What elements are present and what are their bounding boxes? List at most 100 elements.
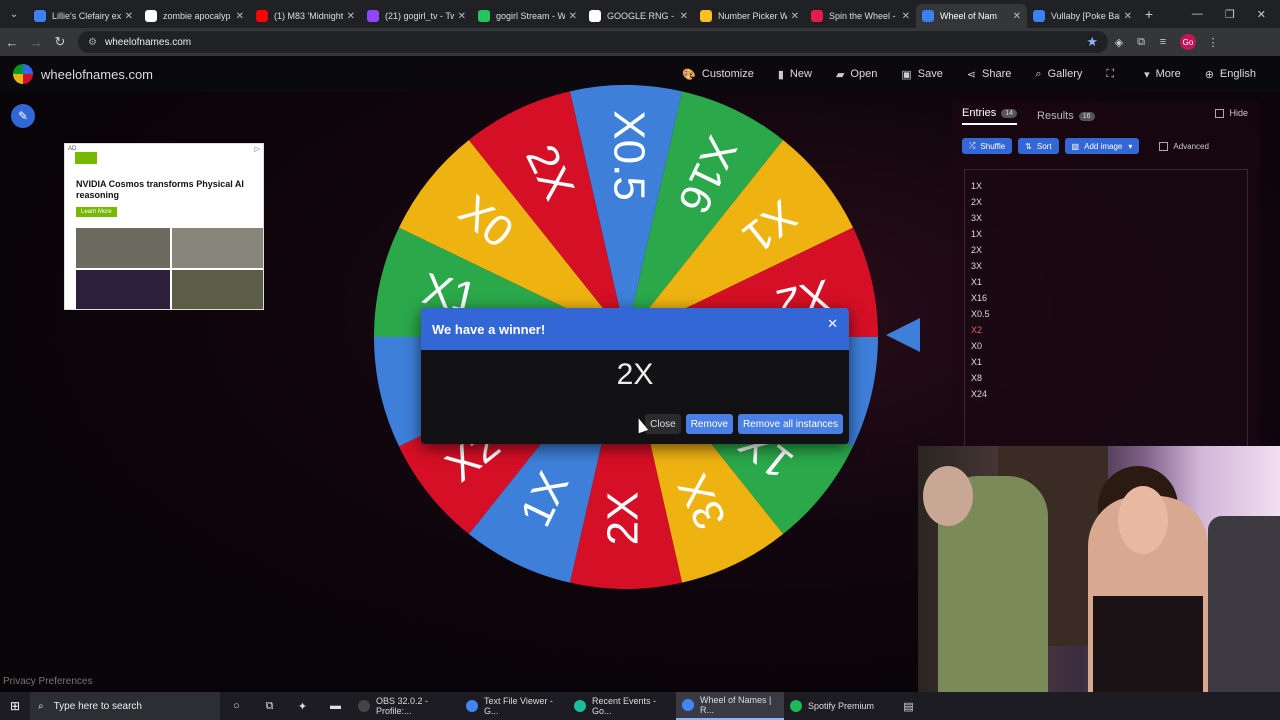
tab-close-icon[interactable]: ✕	[680, 11, 688, 22]
site-info-icon[interactable]: ⚙	[88, 37, 97, 48]
tab-entries[interactable]: Entries 14	[962, 107, 1018, 125]
menu-item-gallery[interactable]: ⌕ Gallery	[1023, 68, 1094, 81]
hide-checkbox[interactable]	[1215, 108, 1225, 118]
search-icon: ⌕	[1035, 67, 1042, 80]
tab-close-icon[interactable]: ✕	[791, 11, 799, 22]
entry-line: 1X	[971, 181, 983, 191]
browser-tab[interactable]: Spin the Wheel - ✕	[805, 4, 916, 28]
forward-icon[interactable]: →	[24, 35, 48, 50]
browser-tab[interactable]: zombie apocalyp ✕	[139, 4, 250, 28]
tab-close-icon[interactable]: ✕	[1124, 11, 1132, 22]
profile-avatar[interactable]: Go	[1180, 34, 1196, 50]
tab-favicon-icon	[700, 10, 712, 22]
image-icon: ▨	[1071, 141, 1080, 151]
menu-item-fullscreen[interactable]: ⛶	[1094, 68, 1132, 81]
site-brand[interactable]: wheelofnames.com	[41, 67, 153, 82]
add-image-button[interactable]: ▨ Add image ▾	[1064, 138, 1140, 154]
taskbar-app[interactable]: Wheel of Names | R...	[676, 692, 784, 720]
tab-close-icon[interactable]: ✕	[569, 11, 577, 22]
browser-tab[interactable]: Wheel of Nam ✕	[916, 4, 1027, 28]
tab-search-icon[interactable]: ⌄	[0, 0, 28, 28]
browser-tab[interactable]: (21) gogirl_tv - Tw ✕	[361, 4, 472, 28]
taskbar-apps: OBS 32.0.2 - Profile:... Text File Viewer…	[352, 692, 892, 720]
entry-line: X1	[971, 277, 983, 287]
tab-close-icon[interactable]: ✕	[125, 11, 133, 22]
cortana-icon[interactable]: ○	[220, 700, 253, 712]
tab-label: Wheel of Nam	[940, 11, 998, 21]
browser-tab[interactable]: Number Picker W ✕	[694, 4, 805, 28]
tab-close-icon[interactable]: ✕	[458, 11, 466, 22]
edit-pencil-icon[interactable]: ✎	[11, 104, 35, 128]
bookmark-star-icon[interactable]: ★	[1086, 34, 1098, 50]
tab-close-icon[interactable]: ✕	[902, 11, 910, 22]
tab-close-icon[interactable]: ✕	[236, 11, 244, 22]
hide-toggle[interactable]: Hide	[1215, 108, 1248, 118]
extensions-puzzle-icon[interactable]: ⧉	[1130, 36, 1152, 49]
tab-label: zombie apocalyp	[163, 11, 231, 21]
sort-button[interactable]: ⇅ Sort	[1018, 138, 1059, 154]
search-icon: ⌕	[38, 700, 44, 712]
menu-item-share[interactable]: ⋖ Share	[955, 68, 1024, 81]
extension-icon[interactable]: ◈	[1108, 36, 1130, 49]
close-button[interactable]: Close	[645, 414, 681, 434]
back-icon[interactable]: ←	[0, 35, 24, 50]
tab-close-icon[interactable]: ✕	[347, 11, 355, 22]
entry-line: X8	[971, 373, 983, 383]
restore-icon[interactable]: ❐	[1225, 8, 1235, 21]
remove-button[interactable]: Remove	[685, 414, 733, 434]
copilot-icon[interactable]: ✦	[286, 700, 319, 713]
shuffle-button[interactable]: ⤮ Shuffle	[962, 138, 1013, 154]
browser-tab-bar: ⌄ Lillie's Clefairy ex ✕ zombie apocalyp ✕(…	[0, 0, 1280, 28]
menu-item-save[interactable]: ▣ Save	[889, 68, 954, 81]
task-view-icon[interactable]: ⧉	[253, 700, 286, 713]
close-window-icon[interactable]: ✕	[1257, 8, 1266, 21]
browser-menu-icon[interactable]: ⋮	[1202, 36, 1224, 49]
taskbar-app[interactable]: Spotify Premium	[784, 692, 892, 720]
tab-results[interactable]: Results 16	[1037, 107, 1095, 125]
address-bar-row: ← → ↻ ⚙ wheelofnames.com ★ ◈ ⧉ ≡ Go ⋮	[0, 28, 1280, 56]
windows-start-icon[interactable]: ⊞	[0, 699, 30, 713]
wheel-pointer	[886, 318, 920, 352]
dialog-close-icon[interactable]: ✕	[827, 316, 838, 332]
wheel-logo-icon[interactable]	[13, 64, 33, 84]
taskbar-app[interactable]: Text File Viewer - G...	[460, 692, 568, 720]
sort-icon: ⇅	[1025, 141, 1032, 151]
file-explorer-icon[interactable]: ▬	[319, 700, 352, 712]
new-tab-button[interactable]: +	[1138, 6, 1160, 22]
entries-textarea[interactable]: 1X 2X 3X 1X 2X 3X X1 X16 X0.5 X2 X0 X1 X8 X24	[964, 169, 1248, 447]
url-field[interactable]: ⚙ wheelofnames.com ★	[78, 31, 1108, 53]
menu-item-more[interactable]: ▾ More	[1132, 68, 1193, 81]
taskbar-app[interactable]: OBS 32.0.2 - Profile:...	[352, 692, 460, 720]
ad-banner[interactable]: AD ▷ NVIDIA Cosmos transforms Physical A…	[64, 143, 264, 310]
browser-tab[interactable]: gogirl Stream - W ✕	[472, 4, 583, 28]
webcam-overlay	[918, 446, 1280, 692]
browser-tab[interactable]: (1) M83 'Midnight ✕	[250, 4, 361, 28]
tab-label: Spin the Wheel -	[829, 11, 896, 21]
taskbar-search[interactable]: ⌕ Type here to search	[30, 692, 220, 720]
advanced-label: Advanced	[1173, 141, 1209, 151]
browser-tab[interactable]: Vullaby [Poke Ball ✕	[1027, 4, 1138, 28]
notepad-icon[interactable]: ▤	[892, 700, 925, 713]
chevron-down-icon: ▾	[1128, 141, 1133, 151]
browser-tab[interactable]: Lillie's Clefairy ex ✕	[28, 4, 139, 28]
tab-favicon-icon	[367, 10, 379, 22]
ad-learn-more-button[interactable]: Learn More	[76, 207, 117, 217]
ad-choices-icon[interactable]: ▷	[255, 145, 260, 153]
entries-tab-label: Entries	[962, 107, 997, 119]
browser-tab[interactable]: GOOGLE RNG - G ✕	[583, 4, 694, 28]
tab-close-icon[interactable]: ✕	[1013, 11, 1021, 22]
entry-line: 3X	[971, 213, 983, 223]
tab-favicon-icon	[811, 10, 823, 22]
reload-icon[interactable]: ↻	[48, 34, 72, 50]
taskbar-app-label: OBS 32.0.2 - Profile:...	[376, 696, 429, 716]
media-icon[interactable]: ≡	[1152, 36, 1174, 48]
privacy-preferences-link[interactable]: Privacy Preferences	[3, 676, 92, 687]
entry-line: X1	[971, 357, 983, 367]
taskbar-app[interactable]: Recent Events - Go...	[568, 692, 676, 720]
advanced-toggle[interactable]: Advanced	[1159, 141, 1209, 151]
menu-item-english[interactable]: ⊕ English	[1193, 68, 1268, 81]
advanced-checkbox[interactable]	[1159, 141, 1169, 151]
tab-favicon-icon	[922, 10, 934, 22]
remove-all-instances-button[interactable]: Remove all instances	[737, 414, 843, 434]
minimize-icon[interactable]: —	[1192, 8, 1203, 21]
